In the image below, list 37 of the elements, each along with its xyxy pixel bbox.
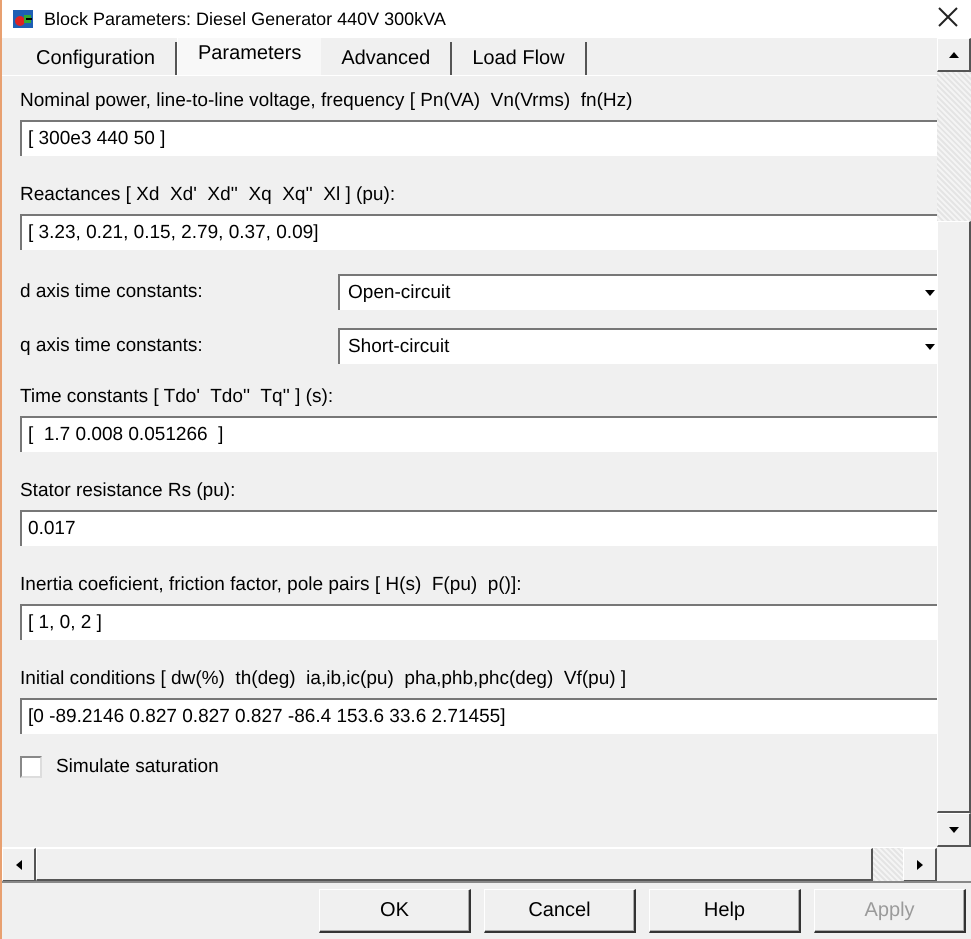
checkbox[interactable] bbox=[20, 756, 42, 778]
input-field[interactable]: [ 1.7 0.008 0.051266 ] bbox=[20, 416, 937, 452]
app-icon bbox=[12, 9, 34, 29]
parameter-label: Initial conditions [ dw(%) th(deg) ia,ib,ic(pu) pha,phb,phc(deg) Vf(pu) ] bbox=[20, 667, 628, 691]
dropdown[interactable]: Short-circuit bbox=[338, 328, 937, 364]
scroll-up-button[interactable] bbox=[937, 38, 971, 72]
dropdown[interactable]: Open-circuit bbox=[338, 274, 937, 310]
input-field[interactable]: [ 1, 0, 2 ] bbox=[20, 604, 937, 640]
right-icon bbox=[914, 858, 924, 872]
parameter-label: d axis time constants: bbox=[20, 281, 204, 303]
input-field[interactable]: 0.017 bbox=[20, 510, 937, 546]
left-icon bbox=[14, 858, 24, 872]
parameter-label: Time constants [ Tdo' Tdo'' Tq'' ] (s): bbox=[20, 385, 334, 409]
input-field[interactable]: [0 -89.2146 0.827 0.827 0.827 -86.4 153.6 33.6 2.71455] bbox=[20, 698, 937, 734]
window-title: Block Parameters: Diesel Generator 440V 300kVA bbox=[44, 8, 447, 30]
dialog-button[interactable]: Cancel bbox=[484, 889, 636, 933]
caret-icon bbox=[923, 288, 937, 298]
dialog-button[interactable]: Help bbox=[649, 889, 801, 933]
scrollbar-track[interactable] bbox=[873, 848, 903, 881]
scroll-right-button[interactable] bbox=[903, 848, 937, 882]
scrollbar-thumb[interactable] bbox=[937, 221, 971, 813]
tab[interactable]: Parameters bbox=[176, 38, 322, 75]
parameter-label: Stator resistance Rs (pu): bbox=[20, 479, 236, 503]
caret-icon bbox=[923, 342, 937, 352]
input-field[interactable]: [ 3.23, 0.21, 0.15, 2.79, 0.37, 0.09] bbox=[20, 214, 937, 250]
input-field[interactable]: [ 300e3 440 50 ] bbox=[20, 120, 937, 156]
down-icon bbox=[946, 824, 960, 834]
parameter-label: Reactances [ Xd Xd' Xd'' Xq Xq'' Xl ] (pu): bbox=[20, 183, 396, 207]
parameter-label: q axis time constants: bbox=[20, 335, 204, 357]
parameter-label: Nominal power, line-to-line voltage, frequency [ Pn(VA) Vn(Vrms) fn(Hz) bbox=[20, 89, 634, 113]
scrollbar-thumb[interactable] bbox=[36, 848, 873, 881]
scroll-down-button[interactable] bbox=[937, 813, 971, 847]
up-icon bbox=[946, 50, 960, 60]
checkbox-label: Simulate saturation bbox=[56, 755, 219, 779]
dialog-button[interactable]: OK bbox=[319, 889, 471, 933]
scroll-left-button[interactable] bbox=[2, 848, 36, 882]
parameter-label: Inertia coeficient, friction factor, pole pairs [ H(s) F(pu) p()]: bbox=[20, 573, 523, 597]
